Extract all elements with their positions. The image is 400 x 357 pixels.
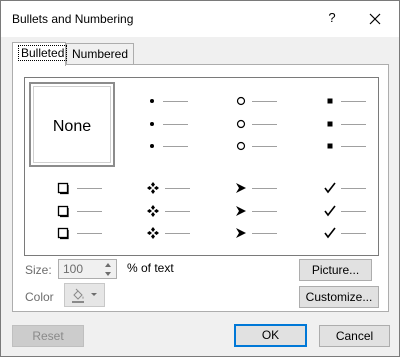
bullet-line	[252, 146, 277, 147]
reset-button[interactable]: Reset	[12, 325, 84, 347]
size-unit: % of text	[127, 261, 174, 275]
bullet-line	[341, 211, 366, 212]
close-button[interactable]	[363, 7, 387, 31]
four-diamond-icon	[147, 205, 159, 217]
title-bar: Bullets and Numbering ?	[1, 1, 399, 37]
arrowhead-icon	[236, 206, 246, 216]
checkmark-icon	[324, 182, 336, 194]
filled-dot-icon	[150, 99, 154, 103]
bullet-line	[341, 146, 366, 147]
picture-button[interactable]: Picture...	[299, 259, 372, 281]
hollow-circle-icon	[236, 141, 246, 151]
arrowhead-icon	[236, 228, 246, 238]
customize-button[interactable]: Customize...	[299, 286, 379, 308]
bullet-line	[341, 188, 366, 189]
chevron-down-icon	[91, 293, 97, 296]
bullet-line	[163, 101, 188, 102]
hollow-square-icon	[57, 205, 69, 218]
filled-square-icon	[327, 98, 333, 104]
hollow-square-icon	[57, 182, 69, 195]
ok-button[interactable]: OK	[234, 324, 307, 347]
tab-numbered[interactable]: Numbered	[66, 43, 134, 65]
tab-bulleted[interactable]: Bulleted	[12, 42, 68, 66]
four-diamond-icon	[147, 227, 159, 239]
hollow-circle-icon	[236, 96, 246, 106]
spin-down-icon[interactable]	[101, 270, 115, 278]
cancel-button[interactable]: Cancel	[319, 325, 390, 347]
color-label: Color	[25, 290, 54, 304]
size-value: 100	[63, 262, 84, 276]
dialog-title: Bullets and Numbering	[12, 12, 134, 26]
paint-bucket-icon	[72, 288, 84, 303]
filled-square-icon	[327, 143, 333, 149]
bullet-line	[252, 124, 277, 125]
bullet-line	[163, 124, 188, 125]
arrowhead-icon	[236, 183, 246, 193]
bullet-line	[165, 188, 190, 189]
size-label: Size:	[25, 263, 52, 277]
bullet-line	[77, 188, 102, 189]
hollow-circle-icon	[236, 119, 246, 129]
filled-dot-icon	[150, 144, 154, 148]
bullet-line	[341, 233, 366, 234]
tab-bulleted-label: Bulleted	[18, 45, 68, 61]
size-stepper[interactable]: 100	[58, 259, 117, 279]
filled-square-icon	[327, 121, 333, 127]
four-diamond-icon	[147, 182, 159, 194]
bullet-line	[252, 188, 277, 189]
filled-dot-icon	[150, 122, 154, 126]
bullet-style-none[interactable]: None	[29, 82, 115, 167]
close-icon	[369, 13, 381, 25]
hollow-square-icon	[57, 227, 69, 240]
bullet-line	[77, 233, 102, 234]
bullet-line	[163, 146, 188, 147]
checkmark-icon	[324, 227, 336, 239]
bullet-line	[252, 101, 277, 102]
bullet-line	[252, 233, 277, 234]
help-button[interactable]: ?	[321, 7, 343, 29]
bullet-line	[165, 211, 190, 212]
none-label: None	[52, 118, 92, 135]
spin-up-icon[interactable]	[101, 261, 115, 269]
checkmark-icon	[324, 205, 336, 217]
bullet-line	[341, 124, 366, 125]
bullet-line	[341, 101, 366, 102]
color-picker-button[interactable]	[64, 283, 105, 307]
bullet-line	[77, 211, 102, 212]
bullet-line	[252, 211, 277, 212]
tab-numbered-label: Numbered	[72, 47, 129, 61]
bullet-gallery: None	[24, 77, 379, 256]
bullets-numbering-dialog: Bullets and Numbering ? Bulleted Numbere…	[0, 0, 400, 357]
bullet-line	[165, 233, 190, 234]
